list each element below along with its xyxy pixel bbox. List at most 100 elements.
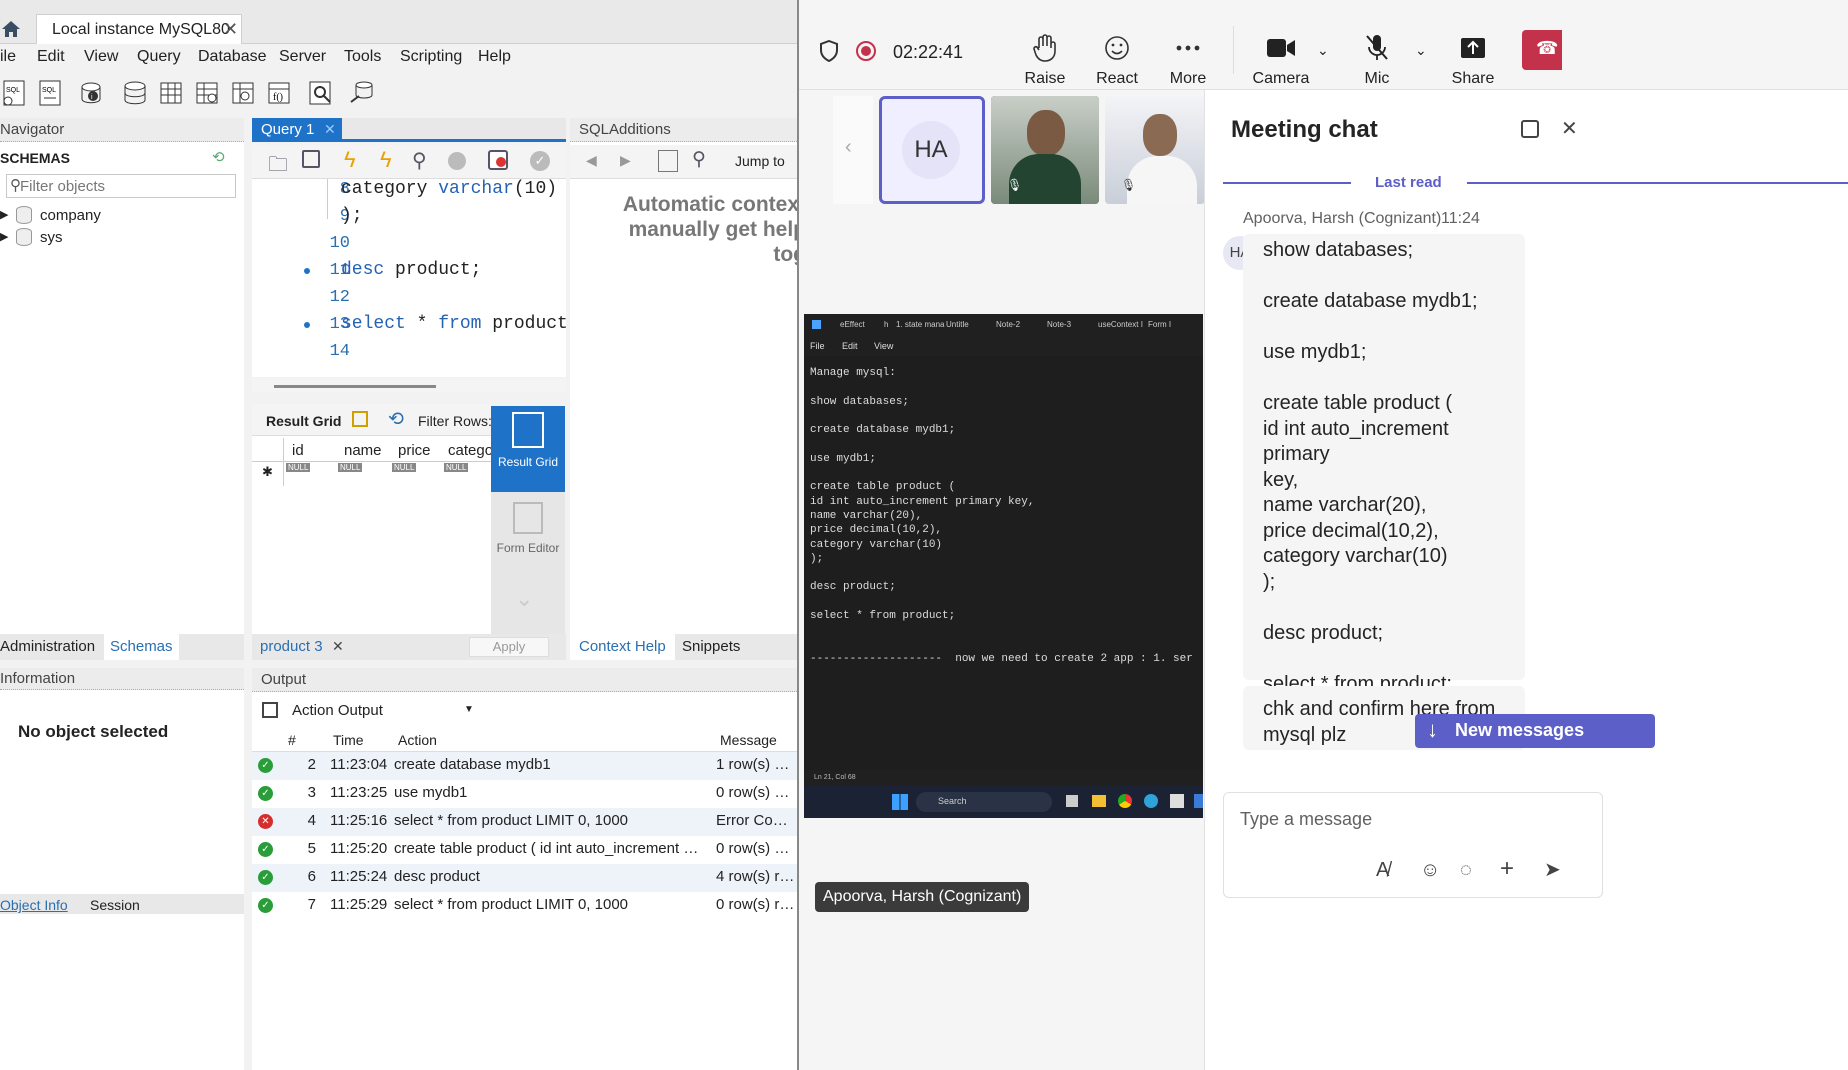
filter-objects-input[interactable]: ⚲ Filter objects [6,174,236,198]
tab-object-info[interactable]: Object Info [0,897,68,913]
home-icon[interactable] [0,18,22,40]
loop-icon[interactable]: ◌ [1460,859,1472,882]
menu-scripting[interactable]: Scripting [400,48,462,66]
more-button[interactable]: More [1162,28,1214,88]
commit-icon[interactable]: ✓ [530,151,550,171]
null-badge[interactable]: NULL [444,463,469,472]
form-editor-button[interactable]: Form Editor [491,496,565,576]
create-view-icon[interactable] [192,78,222,108]
scrollbar-thumb[interactable] [274,385,436,388]
grid-icon[interactable] [352,411,368,427]
create-schema-icon[interactable] [120,78,150,108]
save-icon[interactable] [302,150,320,168]
execute-icon[interactable]: ϟ [344,147,356,173]
null-badge[interactable]: NULL [338,463,363,472]
plus-icon[interactable]: + [1500,855,1514,883]
code-line[interactable]: desc product; [341,260,481,280]
open-sql-script-icon[interactable]: SQL [36,78,66,108]
column-header[interactable]: price [398,442,431,459]
menu-file[interactable]: ile [0,48,16,66]
manual-help-icon[interactable] [658,150,678,172]
output-row[interactable]: ✓ 2 11:23:04 create database mydb1 1 row(s) … [252,752,797,780]
send-icon[interactable]: ➤ [1544,857,1561,882]
leave-button[interactable]: ☎ [1522,30,1562,70]
output-row[interactable]: ✕ 4 11:25:16 select * from product LIMIT 0,… [252,808,797,836]
menu-query[interactable]: Query [137,48,181,66]
participant-video-2[interactable]: 🎙 [1105,96,1205,204]
null-badge[interactable]: NULL [392,463,417,472]
refresh-icon[interactable]: ⟲ [388,408,404,431]
output-row[interactable]: ✓ 6 11:25:24 desc product 4 row(s) retur [252,864,797,892]
apply-button[interactable]: Apply [469,637,549,657]
chevron-down-icon[interactable]: ⌄ [1317,42,1329,59]
column-header[interactable]: catego [448,442,493,459]
chevron-down-icon[interactable]: ⌄ [1415,42,1427,59]
prev-participants-button[interactable]: ‹ [833,96,873,204]
message-input-placeholder[interactable]: Type a message [1240,809,1372,830]
mic-button[interactable]: Mic [1351,28,1403,88]
output-row[interactable]: ✓ 7 11:25:29 select * from product LIMIT 0,… [252,892,797,920]
stop-icon[interactable] [448,152,466,170]
raise-hand-button[interactable]: Raise [1019,28,1071,88]
tab-schemas[interactable]: Schemas [104,634,179,660]
null-badge[interactable]: NULL [286,463,311,472]
toggle-error-icon[interactable] [488,150,508,170]
column-header[interactable]: id [292,442,304,459]
menu-tools[interactable]: Tools [344,48,381,66]
output-row[interactable]: ✓ 3 11:23:25 use mydb1 0 row(s) affec [252,780,797,808]
copy-icon[interactable] [262,702,278,718]
menu-database[interactable]: Database [198,48,267,66]
reconnect-icon[interactable] [348,78,378,108]
close-icon[interactable]: ✕ [324,121,336,138]
tab-snippets[interactable]: Snippets [682,638,740,655]
react-button[interactable]: React [1091,28,1143,88]
new-messages-button[interactable]: ↓ New messages [1415,714,1655,748]
jump-to-label[interactable]: Jump to [735,153,785,169]
code-line[interactable]: select * from product; [341,314,579,334]
result-grid-button[interactable]: Result Grid [491,406,565,492]
close-icon[interactable]: ✕ [223,19,238,40]
menu-view[interactable]: View [84,48,118,66]
tab-session[interactable]: Session [90,897,140,913]
menu-server[interactable]: Server [279,48,326,66]
create-table-icon[interactable] [156,78,186,108]
create-function-icon[interactable]: f() [264,78,294,108]
tab-query-1[interactable]: Query 1 ✕ [252,118,342,142]
output-row[interactable]: ✓ 5 11:25:20 create table product ( id int … [252,836,797,864]
action-output-select[interactable]: Action Output ▼ [288,698,478,724]
emoji-icon[interactable]: ☺ [1420,859,1440,882]
back-icon[interactable]: ◀ [586,152,597,169]
participant-video-1[interactable]: 🎙 [991,96,1099,204]
chevron-down-icon[interactable]: ⌄ [515,586,533,612]
explain-icon[interactable]: ⚲ [412,148,427,173]
create-procedure-icon[interactable] [228,78,258,108]
refresh-icon[interactable]: ⟲ [212,148,225,166]
close-icon[interactable]: ✕ [1561,116,1578,141]
share-button[interactable]: Share [1447,28,1499,88]
message-compose-box[interactable]: Type a message A̸ ☺ ◌ + ➤ [1223,792,1603,898]
tab-administration[interactable]: Administration [0,638,95,655]
tab-context-help[interactable]: Context Help [570,634,675,660]
execute-current-icon[interactable]: ϟ [380,147,392,173]
expand-arrow-icon[interactable]: ▶ [0,230,8,243]
menu-edit[interactable]: Edit [37,48,65,66]
code-line[interactable]: ); [341,206,363,226]
expand-arrow-icon[interactable]: ▶ [0,208,8,221]
auto-help-icon[interactable]: ⚲ [692,148,706,171]
inspector-icon[interactable]: i [78,78,108,108]
close-icon[interactable]: ✕ [332,638,344,655]
participant-self[interactable]: HA [879,96,985,204]
menu-help[interactable]: Help [478,48,511,66]
forward-icon[interactable]: ▶ [620,152,631,169]
horizontal-scrollbar[interactable] [252,378,566,392]
format-icon[interactable]: A̸ [1376,859,1389,882]
new-sql-tab-icon[interactable]: SQL [0,78,30,108]
pop-out-icon[interactable] [1521,120,1539,138]
tab-product[interactable]: product 3 [260,638,323,655]
chat-message[interactable]: show databases; create database mydb1; use… [1243,234,1525,695]
search-table-data-icon[interactable] [306,78,336,108]
camera-button[interactable]: Camera [1251,28,1311,88]
code-line[interactable]: category varchar(10) [341,179,557,199]
connection-tab[interactable]: Local instance MySQL80 ✕ [36,14,242,44]
column-header[interactable]: name [344,442,382,459]
